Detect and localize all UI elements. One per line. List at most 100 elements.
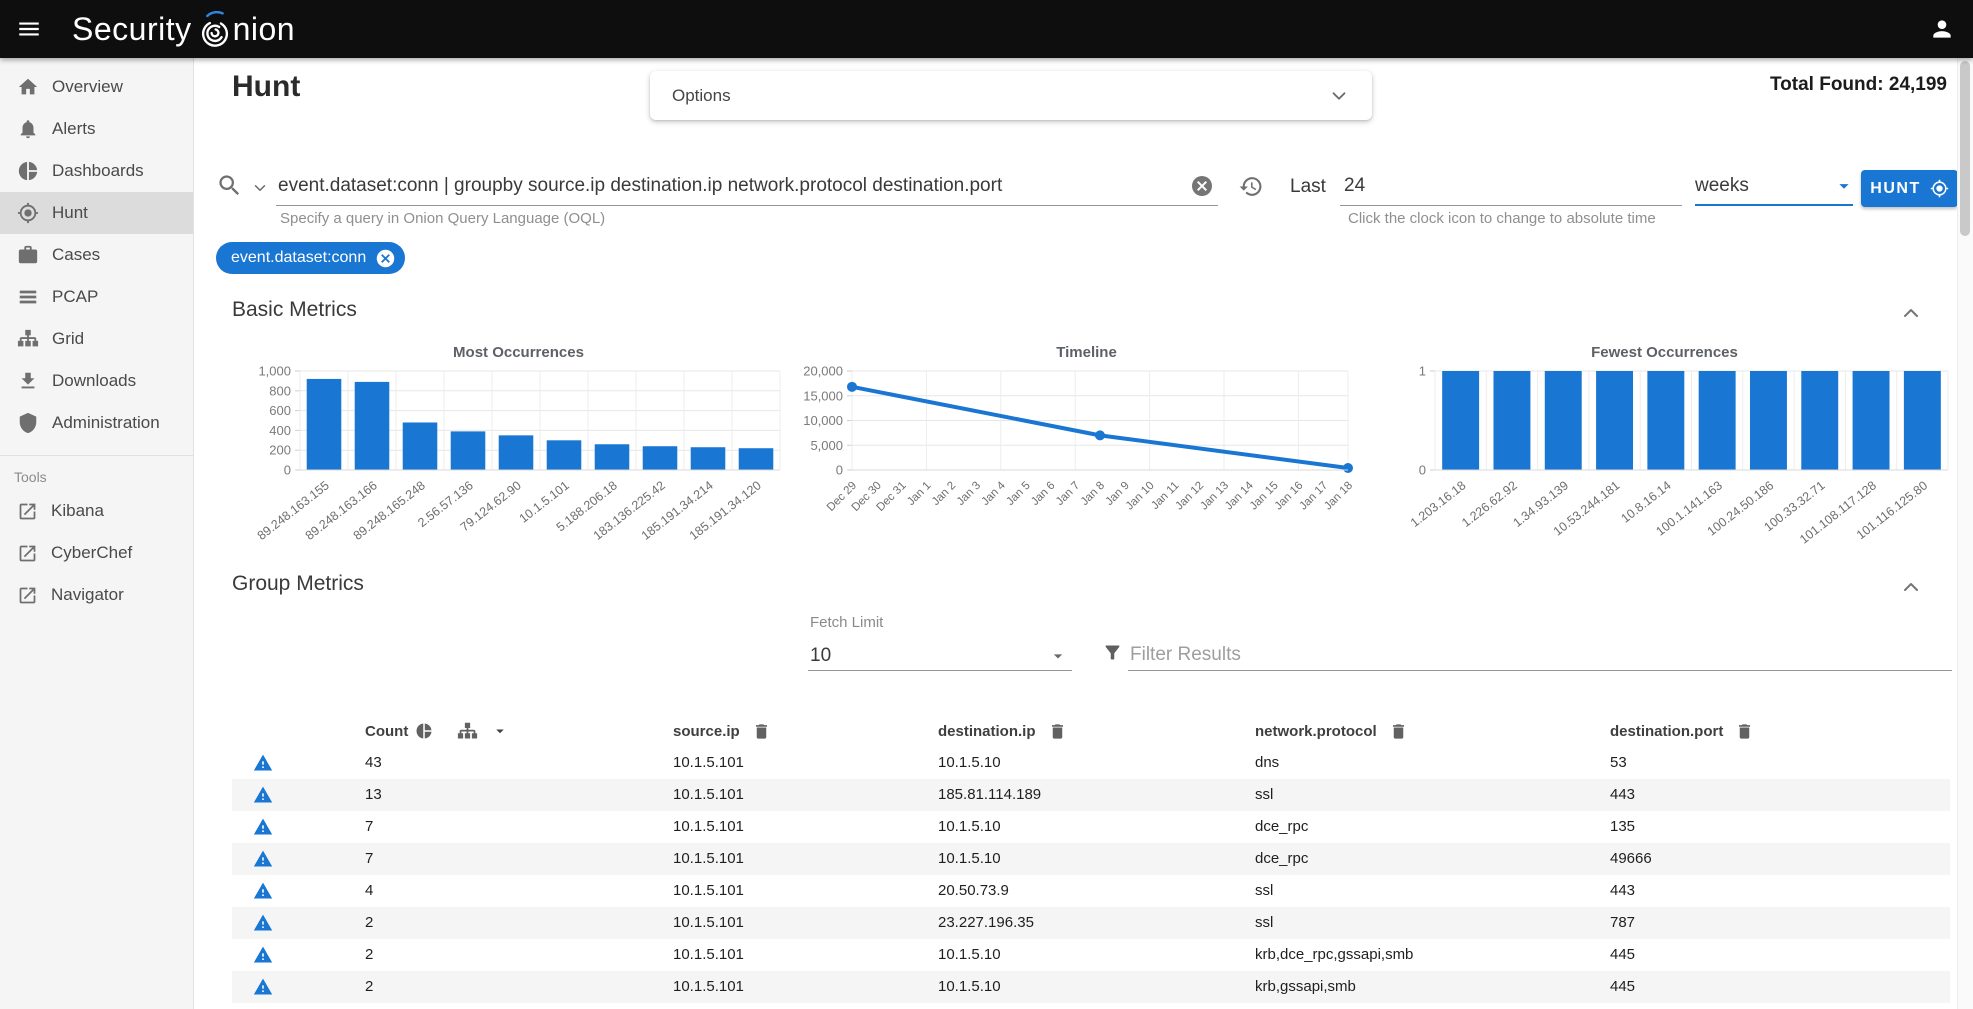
vertical-scrollbar[interactable] <box>1957 58 1973 1009</box>
search-icon[interactable] <box>216 172 243 199</box>
relative-time-icon[interactable] <box>1238 174 1263 199</box>
alert-triangle-icon[interactable] <box>253 881 273 901</box>
cell-network-protocol[interactable]: dce_rpc <box>1255 843 1308 875</box>
table-row[interactable]: 4 10.1.5.101 20.50.73.9 ssl 443 <box>232 875 1950 907</box>
query-history-caret-icon[interactable] <box>251 179 269 197</box>
scrollbar-thumb[interactable] <box>1960 61 1970 236</box>
remove-column-icon[interactable] <box>1048 722 1067 741</box>
alert-triangle-icon[interactable] <box>253 945 273 965</box>
sidebar-item-cases[interactable]: Cases <box>0 234 193 276</box>
cell-destination-ip[interactable]: 10.1.5.10 <box>938 747 1001 779</box>
caret-down-icon[interactable] <box>1833 175 1855 197</box>
cell-network-protocol[interactable]: ssl <box>1255 907 1273 939</box>
filter-results-input[interactable] <box>1130 640 1930 670</box>
table-row[interactable]: 210.1.5.10123.227.196.35ssl787 <box>232 907 1950 939</box>
chart-fewest-occurrences[interactable]: Fewest Occurrences011.203.16.181.226.62.… <box>1378 344 1951 558</box>
column-header-destination-port[interactable]: destination.port <box>1610 715 1754 747</box>
table-row[interactable]: 43 10.1.5.101 10.1.5.10 dns 53 <box>232 747 1950 779</box>
column-header-source-ip[interactable]: source.ip <box>673 715 771 747</box>
bar[interactable] <box>547 440 582 470</box>
cell-count[interactable]: 7 <box>365 811 373 843</box>
bar[interactable] <box>1493 371 1530 470</box>
sidebar-item-downloads[interactable]: Downloads <box>0 360 193 402</box>
options-expander[interactable]: Options <box>650 71 1372 120</box>
sidebar-tool-kibana[interactable]: Kibana <box>0 490 193 532</box>
pie-chart-toggle-icon[interactable] <box>415 722 433 740</box>
cell-destination-port[interactable]: 445 <box>1610 971 1635 1003</box>
app-logo[interactable]: Security nion <box>72 9 295 49</box>
groupby-menu-caret-icon[interactable] <box>491 722 509 740</box>
filter-chip[interactable]: event.dataset:conn <box>216 242 405 274</box>
account-icon[interactable] <box>1929 16 1955 42</box>
alert-triangle-icon[interactable] <box>253 849 273 869</box>
cell-source-ip[interactable]: 10.1.5.101 <box>673 907 744 939</box>
cell-source-ip[interactable]: 10.1.5.101 <box>673 843 744 875</box>
cell-source-ip[interactable]: 10.1.5.101 <box>673 939 744 971</box>
hunt-button[interactable]: HUNT <box>1861 170 1958 207</box>
sidebar-item-hunt[interactable]: Hunt <box>0 192 193 234</box>
bar[interactable] <box>355 382 390 470</box>
table-row[interactable]: 210.1.5.10110.1.5.10krb,dce_rpc,gssapi,s… <box>232 939 1950 971</box>
bar[interactable] <box>1853 371 1890 470</box>
sidebar-item-dashboards[interactable]: Dashboards <box>0 150 193 192</box>
bar[interactable] <box>1647 371 1684 470</box>
sidebar-item-pcap[interactable]: PCAP <box>0 276 193 318</box>
bar[interactable] <box>643 446 678 470</box>
cell-count[interactable]: 4 <box>365 875 373 907</box>
cell-destination-ip[interactable]: 185.81.114.189 <box>938 779 1041 811</box>
clear-query-icon[interactable] <box>1190 174 1214 198</box>
data-point[interactable] <box>847 382 857 392</box>
cell-network-protocol[interactable]: dce_rpc <box>1255 811 1308 843</box>
bar[interactable] <box>499 435 534 470</box>
bar[interactable] <box>739 448 774 470</box>
cell-count[interactable]: 7 <box>365 843 373 875</box>
chart-timeline[interactable]: Timeline05,00010,00015,00020,000Dec 29De… <box>800 344 1373 558</box>
basic-metrics-collapse-icon[interactable] <box>1899 301 1923 325</box>
remove-column-icon[interactable] <box>1389 722 1408 741</box>
cell-network-protocol[interactable]: dns <box>1255 747 1279 779</box>
bar[interactable] <box>1750 371 1787 470</box>
query-input[interactable] <box>278 170 1183 202</box>
remove-column-icon[interactable] <box>1735 722 1754 741</box>
cell-destination-ip[interactable]: 10.1.5.10 <box>938 843 1001 875</box>
bar[interactable] <box>595 444 630 470</box>
column-header-count[interactable]: Count <box>365 715 408 747</box>
bar[interactable] <box>403 422 438 470</box>
column-header-network-protocol[interactable]: network.protocol <box>1255 715 1408 747</box>
cell-source-ip[interactable]: 10.1.5.101 <box>673 747 744 779</box>
cell-destination-port[interactable]: 53 <box>1610 747 1627 779</box>
cell-destination-ip[interactable]: 10.1.5.10 <box>938 971 1001 1003</box>
cell-destination-port[interactable]: 135 <box>1610 811 1635 843</box>
cell-destination-ip[interactable]: 20.50.73.9 <box>938 875 1009 907</box>
alert-triangle-icon[interactable] <box>253 977 273 997</box>
bar[interactable] <box>1545 371 1582 470</box>
chart-most-occurrences[interactable]: Most Occurrences02004006008001,00089.248… <box>232 344 805 558</box>
cell-destination-ip[interactable]: 23.227.196.35 <box>938 907 1034 939</box>
cell-source-ip[interactable]: 10.1.5.101 <box>673 779 744 811</box>
bar[interactable] <box>1699 371 1736 470</box>
cell-network-protocol[interactable]: ssl <box>1255 875 1273 907</box>
bar[interactable] <box>1596 371 1633 470</box>
caret-down-icon[interactable] <box>1048 646 1068 666</box>
cell-network-protocol[interactable]: krb,gssapi,smb <box>1255 971 1356 1003</box>
data-point[interactable] <box>1095 430 1105 440</box>
table-row[interactable]: 210.1.5.10110.1.5.10krb,gssapi,smb445 <box>232 971 1950 1003</box>
data-point[interactable] <box>1343 463 1353 473</box>
table-row[interactable]: 1310.1.5.101185.81.114.189ssl443 <box>232 779 1950 811</box>
fetch-limit-select[interactable]: 10 <box>810 641 1068 671</box>
cell-count[interactable]: 13 <box>365 779 382 811</box>
cell-destination-ip[interactable]: 10.1.5.10 <box>938 811 1001 843</box>
groupby-icon[interactable] <box>457 721 478 742</box>
sidebar-tool-cyberchef[interactable]: CyberChef <box>0 532 193 574</box>
cell-count[interactable]: 43 <box>365 747 382 779</box>
bar[interactable] <box>1442 371 1479 470</box>
cell-source-ip[interactable]: 10.1.5.101 <box>673 971 744 1003</box>
cell-source-ip[interactable]: 10.1.5.101 <box>673 875 744 907</box>
cell-destination-port[interactable]: 443 <box>1610 875 1635 907</box>
cell-destination-port[interactable]: 49666 <box>1610 843 1652 875</box>
cell-destination-port[interactable]: 445 <box>1610 939 1635 971</box>
alert-triangle-icon[interactable] <box>253 913 273 933</box>
duration-input[interactable] <box>1344 170 1674 202</box>
chip-close-icon[interactable] <box>375 248 396 269</box>
cell-destination-port[interactable]: 787 <box>1610 907 1635 939</box>
